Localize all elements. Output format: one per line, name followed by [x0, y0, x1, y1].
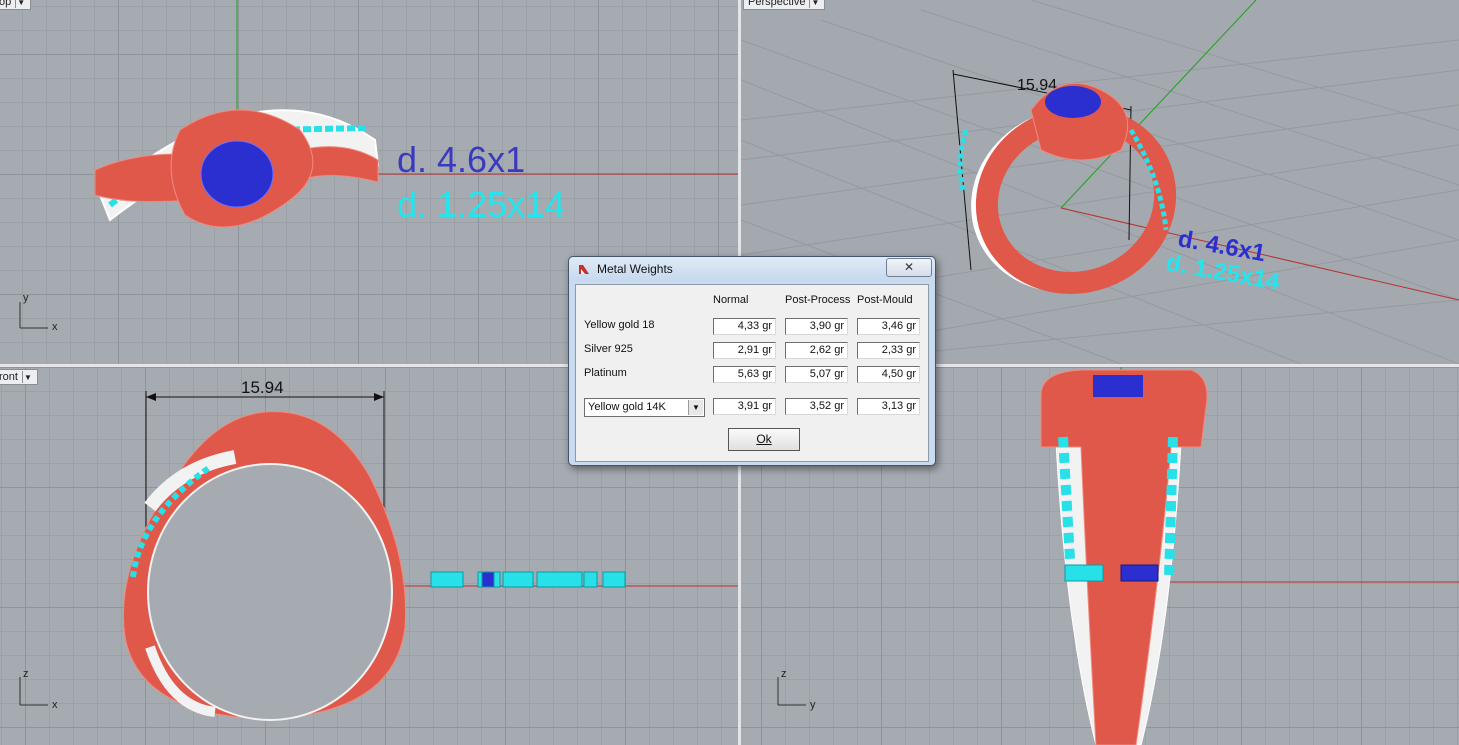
axis-indicator-front: z x — [19, 668, 58, 711]
pave-stones-front — [430, 571, 626, 588]
viewport-tab-front[interactable]: ront ▼ — [0, 369, 38, 385]
weight-field[interactable]: 4,33 gr — [713, 318, 776, 335]
ring-front-model — [122, 411, 407, 721]
svg-text:y: y — [23, 292, 29, 304]
chevron-down-icon[interactable]: ▼ — [15, 0, 26, 8]
viewport-tab-top[interactable]: op ▼ — [0, 0, 32, 10]
close-button[interactable]: ✕ — [886, 258, 932, 277]
dialog-titlebar[interactable]: Metal Weights ✕ — [569, 257, 935, 281]
dialog-body: Normal Post-Process Post-Mould Yellow go… — [575, 284, 929, 462]
weight-field[interactable]: 2,62 gr — [785, 342, 848, 359]
chevron-down-icon[interactable]: ▼ — [809, 0, 820, 8]
weight-field[interactable]: 3,13 gr — [857, 398, 920, 415]
ring-top-model — [94, 109, 380, 228]
svg-text:x: x — [52, 321, 58, 333]
ok-button[interactable]: Ok — [728, 428, 800, 451]
app-icon — [579, 265, 589, 274]
column-header-post-process: Post-Process — [785, 294, 851, 306]
dialog-title: Metal Weights — [597, 262, 673, 276]
svg-text:x: x — [52, 699, 58, 711]
axis-indicator-right: z y — [777, 668, 816, 711]
weight-field[interactable]: 5,07 gr — [785, 366, 848, 383]
stone-size-label: d. 4.6x1 — [397, 139, 525, 180]
svg-text:z: z — [23, 668, 29, 680]
axis-indicator-top: y x — [19, 292, 58, 333]
weight-field[interactable]: 3,46 gr — [857, 318, 920, 335]
weight-field[interactable]: 2,33 gr — [857, 342, 920, 359]
column-header-post-mould: Post-Mould — [857, 294, 913, 306]
close-icon: ✕ — [903, 260, 915, 274]
weight-field[interactable]: 5,63 gr — [713, 366, 776, 383]
svg-text:z: z — [781, 668, 787, 680]
row-label-yellow-gold-18: Yellow gold 18 — [584, 319, 655, 331]
viewport-tab-perspective[interactable]: Perspective ▼ — [743, 0, 826, 10]
svg-text:y: y — [810, 699, 816, 711]
ring-right-model — [1040, 369, 1208, 745]
weight-field[interactable]: 3,90 gr — [785, 318, 848, 335]
svg-text:15.94: 15.94 — [241, 378, 284, 397]
metal-weights-dialog: Metal Weights ✕ Normal Post-Process Post… — [568, 256, 936, 466]
metal-select[interactable]: Yellow gold 14K ▼ — [584, 398, 705, 417]
weight-field[interactable]: 3,91 gr — [713, 398, 776, 415]
chevron-down-icon[interactable]: ▼ — [21, 371, 33, 383]
weight-field[interactable]: 3,52 gr — [785, 398, 848, 415]
weight-field[interactable]: 4,50 gr — [857, 366, 920, 383]
weight-field[interactable]: 2,91 gr — [713, 342, 776, 359]
row-label-silver-925: Silver 925 — [584, 343, 633, 355]
column-header-normal: Normal — [713, 294, 749, 306]
pave-size-label: d. 1.25x14 — [397, 184, 565, 225]
chevron-down-icon[interactable]: ▼ — [688, 400, 703, 415]
row-label-platinum: Platinum — [584, 367, 627, 379]
